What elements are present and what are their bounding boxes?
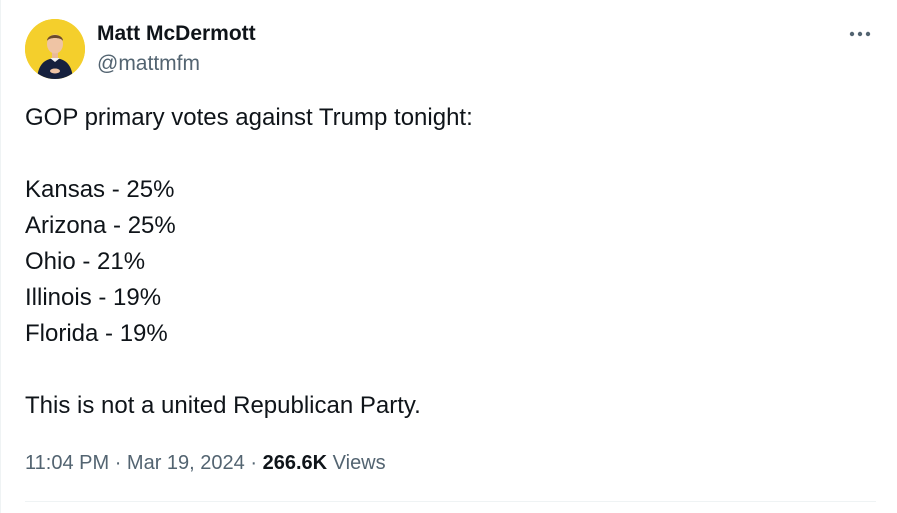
- tweet-line: Florida - 19%: [25, 320, 168, 347]
- tweet-line: Arizona - 25%: [25, 212, 176, 239]
- tweet-line: Kansas - 25%: [25, 176, 175, 203]
- tweet-meta: 11:04 PM · Mar 19, 2024 · 266.6K Views: [25, 449, 386, 477]
- tweet-date[interactable]: Mar 19, 2024: [127, 452, 245, 474]
- avatar[interactable]: [25, 19, 85, 79]
- tweet-line: [25, 136, 865, 172]
- tweet-line: GOP primary votes against Trump tonight:: [25, 104, 473, 131]
- meta-separator: ·: [114, 452, 122, 474]
- tweet-line: This is not a united Republican Party.: [25, 392, 421, 419]
- author-handle[interactable]: @mattmfm: [97, 50, 200, 78]
- tweet-text: GOP primary votes against Trump tonight:…: [25, 100, 865, 424]
- views-label: Views: [332, 452, 386, 474]
- card-border: [0, 0, 1, 513]
- more-horizontal-icon: [849, 31, 871, 37]
- meta-separator: ·: [250, 452, 258, 474]
- tweet-line: Ohio - 21%: [25, 248, 146, 275]
- views-count[interactable]: 266.6K: [263, 452, 328, 474]
- tweet-line: [25, 352, 865, 388]
- profile-photo-icon: [25, 19, 85, 79]
- tweet-time[interactable]: 11:04 PM: [25, 452, 109, 474]
- tweet-line: Illinois - 19%: [25, 284, 162, 311]
- divider: [25, 501, 876, 502]
- author-display-name[interactable]: Matt McDermott: [97, 20, 256, 48]
- more-options-button[interactable]: [842, 19, 878, 49]
- tweet-card: Matt McDermott @mattmfm GOP primary vote…: [0, 0, 897, 513]
